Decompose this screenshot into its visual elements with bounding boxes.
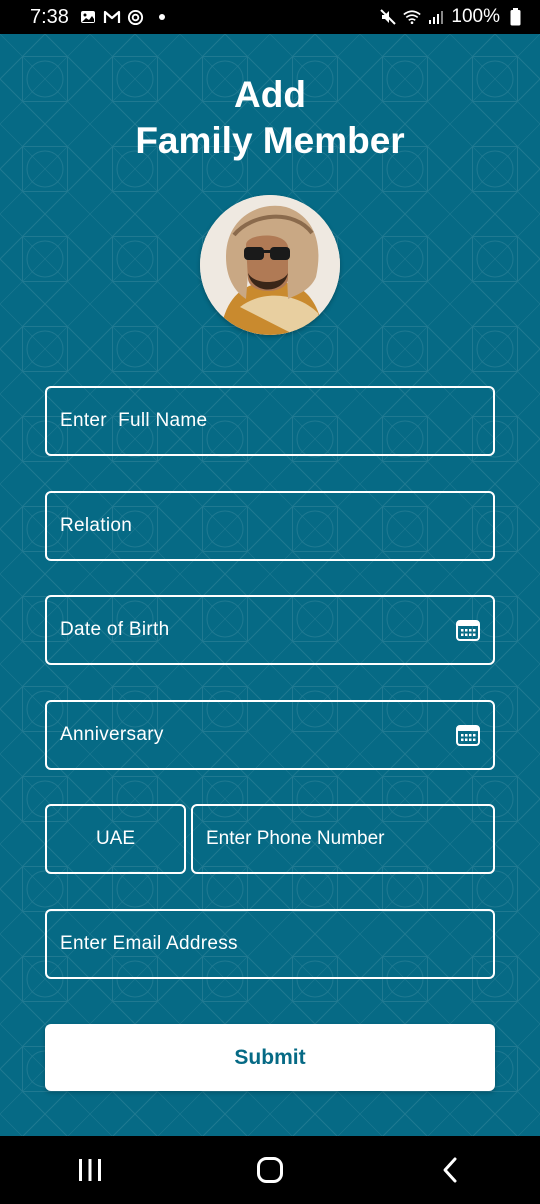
- anniversary-placeholder: Anniversary: [60, 724, 164, 745]
- calendar-icon[interactable]: [455, 617, 481, 643]
- relation-placeholder: Relation: [60, 515, 133, 536]
- sync-icon: [127, 8, 145, 26]
- submit-button[interactable]: Submit: [45, 1024, 495, 1091]
- title-line-1: Add: [234, 74, 306, 115]
- status-time: 7:38: [30, 5, 69, 28]
- notification-dot: [158, 14, 165, 20]
- phone-number-input[interactable]: Enter Phone Number: [191, 804, 495, 874]
- country-code-selector[interactable]: UAE: [45, 804, 186, 874]
- country-code-label: UAE: [95, 828, 136, 849]
- status-left: 7:38: [30, 6, 165, 29]
- recent-apps-button[interactable]: [60, 1145, 120, 1195]
- anniversary-input[interactable]: Anniversary: [45, 700, 495, 770]
- gmail-icon: [103, 8, 121, 26]
- navigation-bar: [0, 1136, 540, 1204]
- back-icon: [443, 1157, 457, 1183]
- page-title: Add Family Member: [0, 72, 540, 164]
- wifi-icon: [403, 8, 422, 26]
- phone-placeholder: Enter Phone Number: [206, 828, 385, 849]
- full-name-placeholder: Enter Full Name: [60, 410, 208, 431]
- title-line-2: Family Member: [135, 120, 405, 161]
- home-button[interactable]: [240, 1145, 300, 1195]
- back-button[interactable]: [420, 1145, 480, 1195]
- avatar-photo: [200, 195, 340, 335]
- calendar-icon[interactable]: [455, 722, 481, 748]
- dob-placeholder: Date of Birth: [60, 619, 170, 640]
- mute-icon: [379, 8, 397, 26]
- full-name-input[interactable]: Enter Full Name: [45, 386, 495, 456]
- recent-apps-icon: [79, 1159, 101, 1181]
- home-icon: [257, 1157, 283, 1183]
- status-bar: 7:38 100%: [0, 0, 540, 34]
- signal-icon: [427, 8, 445, 26]
- email-input[interactable]: Enter Email Address: [45, 909, 495, 979]
- date-of-birth-input[interactable]: Date of Birth: [45, 595, 495, 665]
- gallery-icon: [79, 8, 97, 26]
- battery-icon: [506, 8, 524, 26]
- battery-percent: 100%: [451, 6, 500, 27]
- avatar[interactable]: [200, 195, 340, 335]
- relation-input[interactable]: Relation: [45, 491, 495, 561]
- status-right: 100%: [379, 6, 524, 28]
- add-family-member-screen: Add Family Member Enter Full Name Relati…: [0, 34, 540, 1136]
- email-placeholder: Enter Email Address: [60, 933, 238, 954]
